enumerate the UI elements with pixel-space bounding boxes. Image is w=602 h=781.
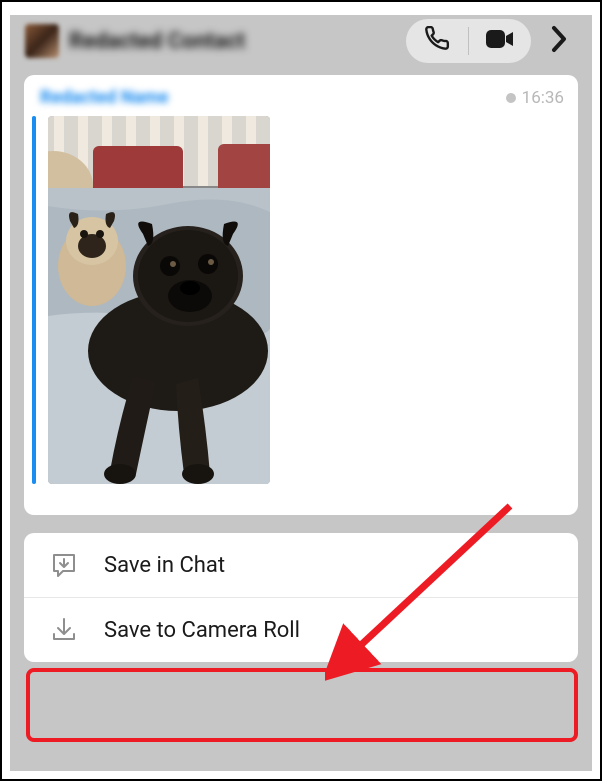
message-timestamp: 16:36 <box>506 88 564 108</box>
chat-photo[interactable] <box>48 116 270 484</box>
video-call-button[interactable] <box>469 19 531 63</box>
avatar[interactable] <box>25 24 59 58</box>
chevron-right-icon <box>551 25 567 57</box>
voice-call-button[interactable] <box>406 19 468 63</box>
sender-name: Redacted Name <box>40 87 168 108</box>
menu-label: Save to Camera Roll <box>104 618 300 643</box>
download-icon <box>50 616 78 644</box>
call-controls <box>406 19 531 63</box>
save-chat-icon <box>50 551 78 579</box>
message-accent-bar <box>32 116 36 484</box>
context-menu: Save in Chat Save to Camera Roll <box>24 533 578 662</box>
menu-label: Save in Chat <box>104 553 225 578</box>
video-icon <box>486 28 514 54</box>
save-in-chat-option[interactable]: Save in Chat <box>24 533 578 597</box>
chat-settings-button[interactable] <box>541 25 577 57</box>
chat-header: Redacted Contact <box>10 15 592 67</box>
save-to-camera-roll-option[interactable]: Save to Camera Roll <box>24 598 578 662</box>
chat-message-card: Redacted Name 16:36 <box>24 75 578 515</box>
contact-name[interactable]: Redacted Contact <box>69 29 396 54</box>
status-dot-icon <box>506 93 516 103</box>
phone-icon <box>424 26 450 56</box>
